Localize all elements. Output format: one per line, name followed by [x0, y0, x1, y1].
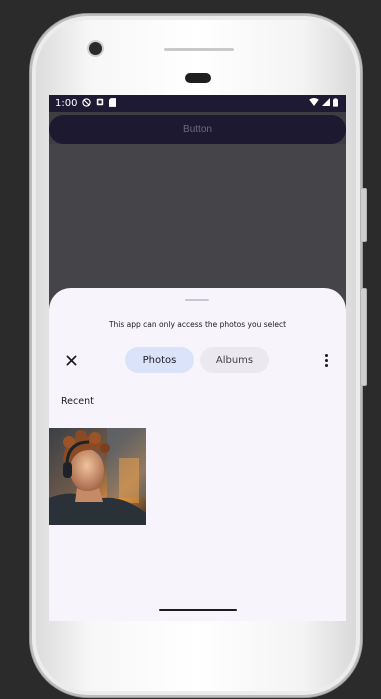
more-vert-icon-dot [324, 358, 328, 362]
more-options-button[interactable] [321, 352, 331, 368]
power-button [360, 188, 367, 242]
wifi-icon [309, 98, 319, 109]
device-frame-stage: 1:00 Button This app can only access the… [0, 0, 381, 699]
more-vert-icon-dot [324, 363, 328, 367]
proximity-sensor [185, 73, 211, 83]
sheet-drag-handle[interactable] [185, 299, 209, 301]
earpiece-speaker [164, 48, 234, 51]
photo-thumbnail[interactable] [49, 428, 146, 525]
close-button[interactable] [63, 352, 79, 368]
do-not-disturb-icon [82, 97, 92, 110]
status-right-icons [309, 97, 338, 110]
gesture-navigation-bar[interactable] [159, 609, 237, 611]
battery-icon [333, 97, 338, 110]
volume-button [360, 288, 367, 386]
section-label-recent: Recent [61, 396, 94, 407]
picker-access-notice: This app can only access the photos you … [108, 320, 287, 329]
notification-icon [96, 98, 104, 109]
photo-image [49, 428, 146, 525]
close-icon [66, 355, 76, 365]
signal-icon [322, 98, 330, 109]
photo-picker-sheet: This app can only access the photos you … [49, 288, 346, 621]
app-main-button[interactable]: Button [49, 115, 346, 144]
sim-card-icon [109, 97, 117, 110]
more-vert-icon [324, 353, 328, 357]
front-camera [89, 42, 102, 55]
device-screen: 1:00 Button This app can only access the… [49, 95, 346, 621]
tab-albums[interactable]: Albums [200, 347, 269, 373]
status-time: 1:00 [55, 98, 78, 109]
tab-photos[interactable]: Photos [125, 347, 194, 373]
status-bar: 1:00 [49, 95, 346, 112]
